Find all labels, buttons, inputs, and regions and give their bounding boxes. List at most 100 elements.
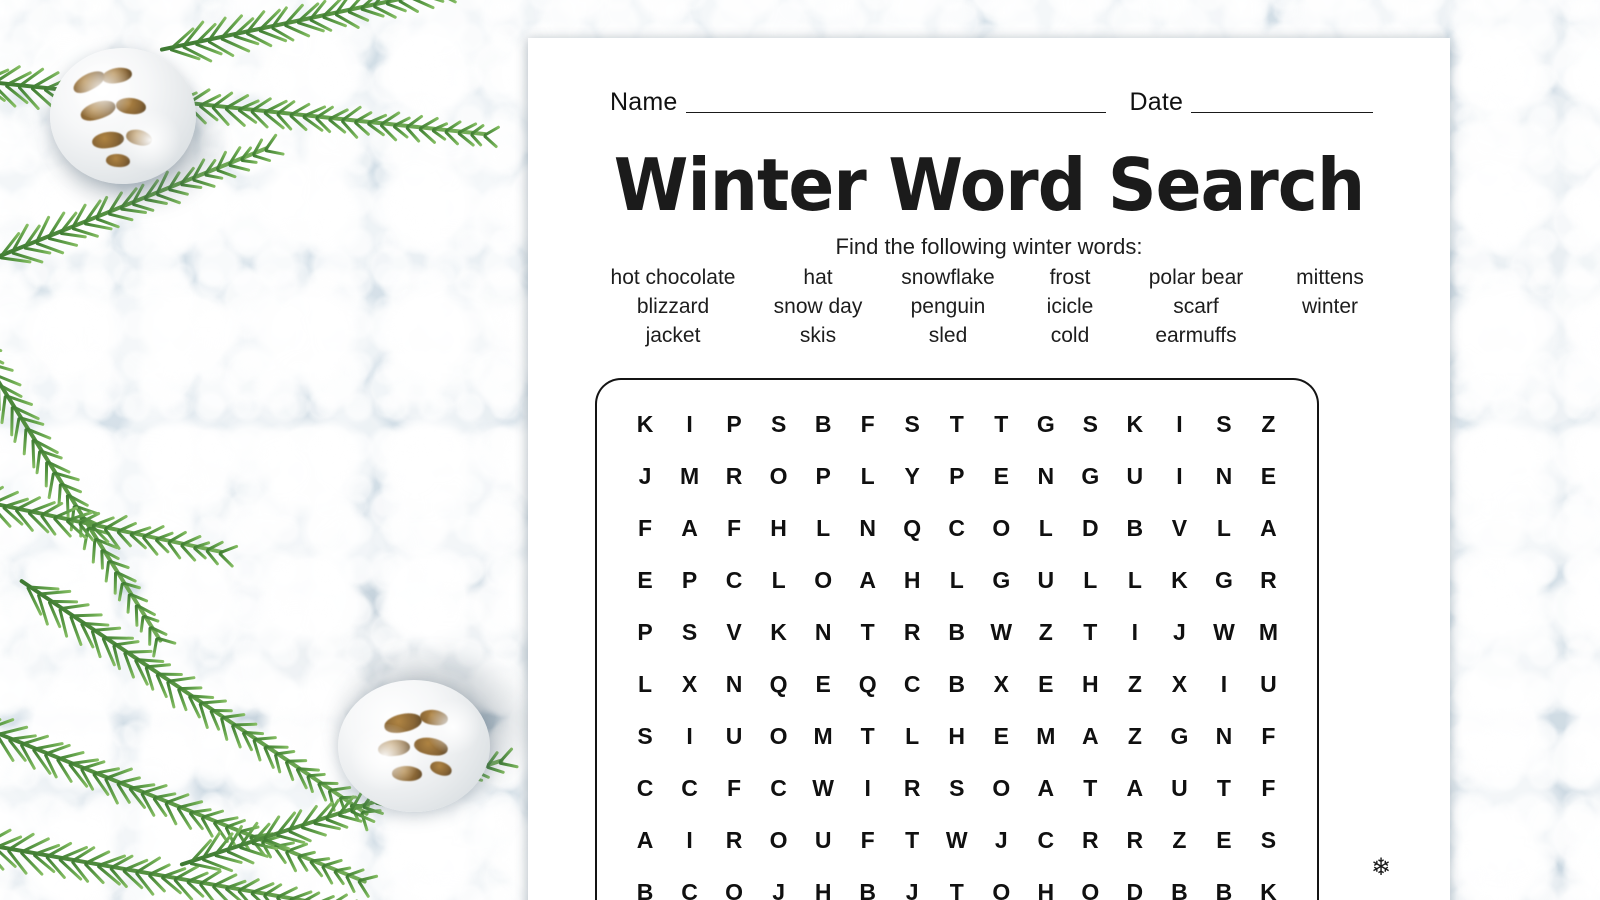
grid-cell[interactable]: M bbox=[1246, 619, 1291, 646]
grid-cell[interactable]: K bbox=[623, 411, 668, 438]
grid-cell[interactable]: I bbox=[668, 827, 713, 854]
grid-cell[interactable]: G bbox=[1068, 463, 1113, 490]
grid-cell[interactable]: O bbox=[757, 827, 802, 854]
grid-cell[interactable]: R bbox=[890, 775, 935, 802]
grid-cell[interactable]: T bbox=[846, 723, 891, 750]
grid-cell[interactable]: H bbox=[801, 879, 846, 900]
word-search-grid[interactable]: KIPSBFSTTGSKISZJMROPLYPENGUINEFAFHLNQCOL… bbox=[595, 378, 1319, 900]
grid-cell[interactable]: N bbox=[1202, 723, 1247, 750]
grid-cell[interactable]: P bbox=[935, 463, 980, 490]
grid-cell[interactable]: L bbox=[623, 671, 668, 698]
grid-cell[interactable]: C bbox=[1024, 827, 1069, 854]
grid-cell[interactable]: L bbox=[846, 463, 891, 490]
grid-cell[interactable]: I bbox=[846, 775, 891, 802]
grid-cell[interactable]: P bbox=[712, 411, 757, 438]
grid-cell[interactable]: J bbox=[890, 879, 935, 900]
grid-cell[interactable]: F bbox=[712, 515, 757, 542]
grid-cell[interactable]: A bbox=[1024, 775, 1069, 802]
grid-cell[interactable]: O bbox=[979, 879, 1024, 900]
grid-cell[interactable]: F bbox=[846, 411, 891, 438]
grid-cell[interactable]: U bbox=[1113, 463, 1158, 490]
grid-cell[interactable]: F bbox=[846, 827, 891, 854]
grid-cell[interactable]: U bbox=[1024, 567, 1069, 594]
grid-cell[interactable]: H bbox=[890, 567, 935, 594]
grid-cell[interactable]: Z bbox=[1157, 827, 1202, 854]
grid-cell[interactable]: S bbox=[623, 723, 668, 750]
grid-cell[interactable]: A bbox=[846, 567, 891, 594]
grid-cell[interactable]: W bbox=[979, 619, 1024, 646]
grid-cell[interactable]: S bbox=[668, 619, 713, 646]
grid-cell[interactable]: V bbox=[1157, 515, 1202, 542]
grid-cell[interactable]: S bbox=[1068, 411, 1113, 438]
grid-cell[interactable]: E bbox=[1024, 671, 1069, 698]
grid-cell[interactable]: J bbox=[979, 827, 1024, 854]
grid-cell[interactable]: S bbox=[1202, 411, 1247, 438]
grid-cell[interactable]: K bbox=[757, 619, 802, 646]
grid-cell[interactable]: R bbox=[1113, 827, 1158, 854]
grid-cell[interactable]: T bbox=[1202, 775, 1247, 802]
grid-cell[interactable]: T bbox=[890, 827, 935, 854]
grid-cell[interactable]: F bbox=[623, 515, 668, 542]
grid-cell[interactable]: Q bbox=[757, 671, 802, 698]
grid-cell[interactable]: Z bbox=[1246, 411, 1291, 438]
grid-cell[interactable]: D bbox=[1068, 515, 1113, 542]
grid-cell[interactable]: A bbox=[1246, 515, 1291, 542]
grid-cell[interactable]: S bbox=[757, 411, 802, 438]
grid-cell[interactable]: I bbox=[668, 411, 713, 438]
grid-cell[interactable]: Z bbox=[1113, 671, 1158, 698]
grid-cell[interactable]: A bbox=[623, 827, 668, 854]
grid-cell[interactable]: B bbox=[1157, 879, 1202, 900]
grid-cell[interactable]: B bbox=[801, 411, 846, 438]
grid-cell[interactable]: L bbox=[757, 567, 802, 594]
grid-cell[interactable]: X bbox=[1157, 671, 1202, 698]
grid-cell[interactable]: W bbox=[801, 775, 846, 802]
grid-cell[interactable]: O bbox=[801, 567, 846, 594]
grid-cell[interactable]: A bbox=[668, 515, 713, 542]
grid-cell[interactable]: I bbox=[1157, 463, 1202, 490]
grid-cell[interactable]: W bbox=[935, 827, 980, 854]
grid-cell[interactable]: L bbox=[1068, 567, 1113, 594]
grid-cell[interactable]: O bbox=[979, 515, 1024, 542]
grid-cell[interactable]: N bbox=[1202, 463, 1247, 490]
grid-cell[interactable]: J bbox=[1157, 619, 1202, 646]
grid-cell[interactable]: X bbox=[979, 671, 1024, 698]
grid-cell[interactable]: U bbox=[1157, 775, 1202, 802]
grid-cell[interactable]: T bbox=[1068, 619, 1113, 646]
grid-cell[interactable]: Z bbox=[1113, 723, 1158, 750]
grid-cell[interactable]: S bbox=[890, 411, 935, 438]
grid-cell[interactable]: O bbox=[757, 463, 802, 490]
grid-cell[interactable]: G bbox=[1024, 411, 1069, 438]
grid-cell[interactable]: C bbox=[668, 879, 713, 900]
grid-cell[interactable]: B bbox=[935, 671, 980, 698]
grid-cell[interactable]: B bbox=[1202, 879, 1247, 900]
grid-cell[interactable]: P bbox=[623, 619, 668, 646]
grid-cell[interactable]: M bbox=[801, 723, 846, 750]
grid-cell[interactable]: R bbox=[1246, 567, 1291, 594]
grid-cell[interactable]: E bbox=[979, 723, 1024, 750]
grid-cell[interactable]: N bbox=[801, 619, 846, 646]
grid-cell[interactable]: L bbox=[1202, 515, 1247, 542]
grid-cell[interactable]: S bbox=[935, 775, 980, 802]
grid-cell[interactable]: O bbox=[757, 723, 802, 750]
grid-cell[interactable]: Y bbox=[890, 463, 935, 490]
grid-cell[interactable]: A bbox=[1113, 775, 1158, 802]
grid-cell[interactable]: L bbox=[1024, 515, 1069, 542]
grid-cell[interactable]: T bbox=[935, 411, 980, 438]
grid-cell[interactable]: L bbox=[890, 723, 935, 750]
grid-cell[interactable]: R bbox=[890, 619, 935, 646]
grid-cell[interactable]: I bbox=[668, 723, 713, 750]
grid-cell[interactable]: D bbox=[1113, 879, 1158, 900]
grid-cell[interactable]: U bbox=[801, 827, 846, 854]
grid-cell[interactable]: J bbox=[623, 463, 668, 490]
grid-cell[interactable]: B bbox=[935, 619, 980, 646]
grid-cell[interactable]: C bbox=[890, 671, 935, 698]
grid-cell[interactable]: L bbox=[935, 567, 980, 594]
grid-cell[interactable]: T bbox=[935, 879, 980, 900]
grid-cell[interactable]: Q bbox=[890, 515, 935, 542]
grid-cell[interactable]: W bbox=[1202, 619, 1247, 646]
grid-cell[interactable]: G bbox=[979, 567, 1024, 594]
grid-cell[interactable]: O bbox=[712, 879, 757, 900]
grid-cell[interactable]: R bbox=[712, 463, 757, 490]
grid-cell[interactable]: E bbox=[623, 567, 668, 594]
grid-cell[interactable]: X bbox=[668, 671, 713, 698]
